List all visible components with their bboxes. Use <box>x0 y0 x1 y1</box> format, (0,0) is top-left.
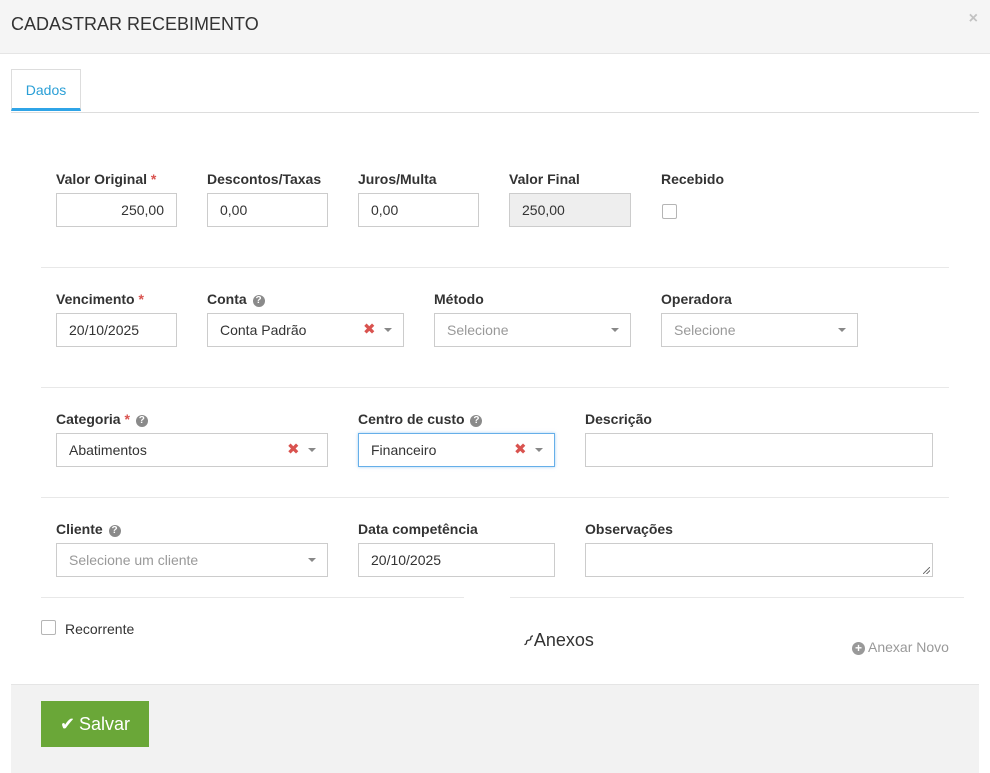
valor-original-input[interactable]: 250,00 <box>56 193 177 227</box>
operadora-label: Operadora <box>661 291 732 307</box>
plus-circle-icon: + <box>852 642 865 655</box>
data-competencia-input[interactable]: 20/10/2025 <box>358 543 555 577</box>
required-marker: * <box>150 171 157 187</box>
check-icon: ✔ <box>59 714 76 734</box>
close-icon[interactable]: × <box>969 10 978 28</box>
modal-footer: ✔ Salvar <box>11 684 979 773</box>
save-button[interactable]: ✔ Salvar <box>41 701 149 747</box>
operadora-select[interactable]: Selecione <box>661 313 858 347</box>
divider <box>41 597 464 598</box>
valor-final-label: Valor Final <box>509 171 580 187</box>
chevron-down-icon <box>384 328 392 332</box>
recorrente-checkbox[interactable] <box>41 620 56 635</box>
descontos-label: Descontos/Taxas <box>207 171 322 187</box>
divider <box>41 497 949 498</box>
chevron-down-icon <box>838 328 846 332</box>
help-icon[interactable]: ? <box>108 525 121 537</box>
anexar-novo-link[interactable]: + Anexar Novo <box>852 639 949 655</box>
resize-handle[interactable] <box>923 567 930 574</box>
chevron-down-icon <box>308 558 316 562</box>
conta-selected-value: Conta Padrão <box>220 322 307 338</box>
descricao-label: Descrição <box>585 411 652 427</box>
recebido-label: Recebido <box>661 171 725 187</box>
observacoes-label: Observações <box>585 521 673 537</box>
centro-custo-label: Centro de custo ? <box>358 411 483 427</box>
cliente-label: Cliente ? <box>56 521 121 537</box>
metodo-placeholder: Selecione <box>447 322 509 338</box>
required-marker: * <box>124 411 130 427</box>
chevron-down-icon <box>308 448 316 452</box>
conta-select[interactable]: Conta Padrão ✖ <box>207 313 404 347</box>
descricao-input[interactable] <box>585 433 933 467</box>
recebido-checkbox[interactable] <box>662 204 677 219</box>
help-icon[interactable]: ? <box>252 295 265 307</box>
categoria-label: Categoria * ? <box>56 411 148 427</box>
observacoes-textarea[interactable] <box>585 543 933 577</box>
valor-final-input: 250,00 <box>509 193 631 227</box>
tab-dados[interactable]: Dados <box>11 69 81 111</box>
cliente-select[interactable]: Selecione um cliente <box>56 543 328 577</box>
help-icon[interactable]: ? <box>470 415 483 427</box>
centro-custo-select[interactable]: Financeiro ✖ <box>358 433 555 467</box>
modal-title: CADASTRAR RECEBIMENTO <box>11 14 259 34</box>
vencimento-label: Vencimento * <box>56 291 144 307</box>
operadora-placeholder: Selecione <box>674 322 736 338</box>
chevron-down-icon <box>611 328 619 332</box>
recorrente-label: Recorrente <box>65 621 135 637</box>
juros-input[interactable]: 0,00 <box>358 193 479 227</box>
modal-header: CADASTRAR RECEBIMENTO × <box>0 0 990 54</box>
cliente-placeholder: Selecione um cliente <box>69 552 199 568</box>
data-competencia-label: Data competência <box>358 521 478 537</box>
help-icon[interactable]: ? <box>135 415 148 427</box>
valor-original-label: Valor Original * <box>56 171 157 187</box>
categoria-selected-value: Abatimentos <box>69 442 147 458</box>
clear-icon[interactable]: ✖ <box>363 314 376 346</box>
metodo-select[interactable]: Selecione <box>434 313 631 347</box>
juros-label: Juros/Multa <box>358 171 437 187</box>
clear-icon[interactable]: ✖ <box>287 434 300 466</box>
anexos-title: ⌇Anexos <box>518 630 594 651</box>
conta-label: Conta ? <box>207 291 265 307</box>
metodo-label: Método <box>434 291 484 307</box>
descontos-input[interactable]: 0,00 <box>207 193 328 227</box>
clear-icon[interactable]: ✖ <box>514 434 527 466</box>
divider <box>41 267 949 268</box>
chevron-down-icon <box>535 448 543 452</box>
tab-bar: Dados <box>11 69 979 113</box>
required-marker: * <box>138 291 144 307</box>
categoria-select[interactable]: Abatimentos ✖ <box>56 433 328 467</box>
centro-custo-selected-value: Financeiro <box>371 442 437 458</box>
divider <box>510 597 964 598</box>
vencimento-input[interactable]: 20/10/2025 <box>56 313 177 347</box>
divider <box>41 387 949 388</box>
